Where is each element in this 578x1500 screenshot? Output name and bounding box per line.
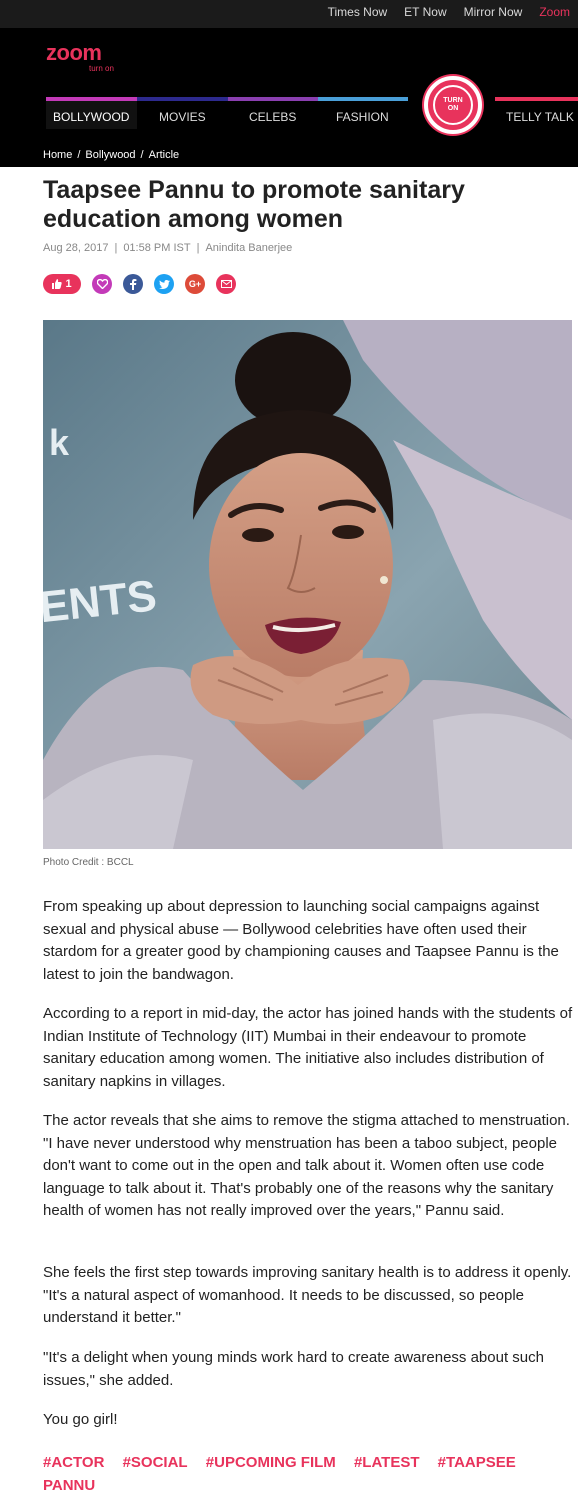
article-author[interactable]: Anindita Banerjee: [205, 242, 292, 254]
twitter-icon[interactable]: [154, 274, 174, 294]
tag-link[interactable]: #ACTOR: [43, 1454, 104, 1471]
like-count: 1: [65, 278, 72, 290]
nav-item-movies[interactable]: MOVIES: [137, 97, 228, 129]
breadcrumb: Home / Bollywood / Article: [43, 149, 179, 161]
social-share-bar: 1 G+: [43, 274, 236, 294]
tag-link[interactable]: #LATEST: [354, 1454, 420, 1471]
meta-separator: |: [114, 242, 118, 254]
link-mirror-now[interactable]: Mirror Now: [464, 5, 523, 19]
article-photo: k ENTS: [43, 320, 572, 849]
tag-list: #ACTOR #SOCIAL #UPCOMING FILM #LATEST #T…: [43, 1451, 563, 1497]
article-paragraph: The actor reveals that she aims to remov…: [43, 1112, 570, 1219]
thumbs-up-icon: [52, 279, 63, 289]
tag-link[interactable]: #UPCOMING FILM: [206, 1454, 336, 1471]
article-title: Taapsee Pannu to promote sanitary educat…: [43, 176, 465, 233]
nav-label: BOLLYWOOD: [53, 110, 130, 124]
nav-item-celebs[interactable]: CELEBS: [228, 97, 318, 129]
tag-link[interactable]: #SOCIAL: [123, 1454, 188, 1471]
like-button[interactable]: 1: [43, 274, 81, 294]
turn-on-button[interactable]: TURN ON: [424, 76, 482, 134]
main-nav: BOLLYWOOD MOVIES CELEBS FASHION TELLY TA…: [0, 97, 578, 129]
power-icon: TURN ON: [433, 85, 473, 125]
article-paragraph: You go girl!: [43, 1411, 118, 1428]
photo-credit: Photo Credit : BCCL: [43, 857, 134, 868]
network-links: Times Now ET Now Mirror Now Zoom: [328, 5, 570, 19]
breadcrumb-separator: /: [77, 149, 81, 161]
breadcrumb-article: Article: [148, 149, 180, 161]
article-paragraph: From speaking up about depression to lau…: [43, 898, 559, 983]
nav-label: CELEBS: [249, 110, 297, 124]
nav-label: TELLY TALK: [506, 110, 574, 124]
link-et-now[interactable]: ET Now: [404, 5, 446, 19]
article-paragraph: "It's a delight when young minds work ha…: [43, 1349, 544, 1389]
meta-separator: |: [196, 242, 200, 254]
link-zoom[interactable]: Zoom: [539, 5, 570, 19]
nav-label: MOVIES: [159, 110, 206, 124]
article-paragraph: She feels the first step towards improvi…: [43, 1264, 572, 1326]
article-meta: Aug 28, 2017 | 01:58 PM IST | Anindita B…: [43, 242, 292, 254]
photo-illustration: k ENTS: [43, 320, 572, 849]
article-paragraph: According to a report in mid-day, the ac…: [43, 1005, 573, 1090]
google-plus-icon[interactable]: G+: [185, 274, 205, 294]
email-icon[interactable]: [216, 274, 236, 294]
link-times-now[interactable]: Times Now: [328, 5, 388, 19]
nav-label: FASHION: [336, 110, 389, 124]
nav-item-fashion[interactable]: FASHION: [318, 97, 408, 129]
heart-icon[interactable]: [92, 274, 112, 294]
nav-item-telly-talk[interactable]: TELLY TALK: [495, 97, 578, 129]
article-time: 01:58 PM IST: [123, 242, 191, 254]
site-header: zoom turn on BOLLYWOOD MOVIES CELEBS FAS…: [0, 28, 578, 167]
network-topbar: Times Now ET Now Mirror Now Zoom: [0, 0, 578, 28]
breadcrumb-separator: /: [140, 149, 144, 161]
turn-on-label: TURN ON: [443, 97, 463, 112]
zoom-logo[interactable]: zoom: [46, 40, 102, 66]
breadcrumb-home[interactable]: Home: [43, 149, 72, 161]
nav-item-bollywood[interactable]: BOLLYWOOD: [46, 97, 137, 129]
logo-tagline: turn on: [89, 64, 114, 73]
article-date: Aug 28, 2017: [43, 242, 109, 254]
facebook-icon[interactable]: [123, 274, 143, 294]
backdrop-text: k: [49, 422, 70, 463]
breadcrumb-bollywood[interactable]: Bollywood: [85, 149, 135, 161]
